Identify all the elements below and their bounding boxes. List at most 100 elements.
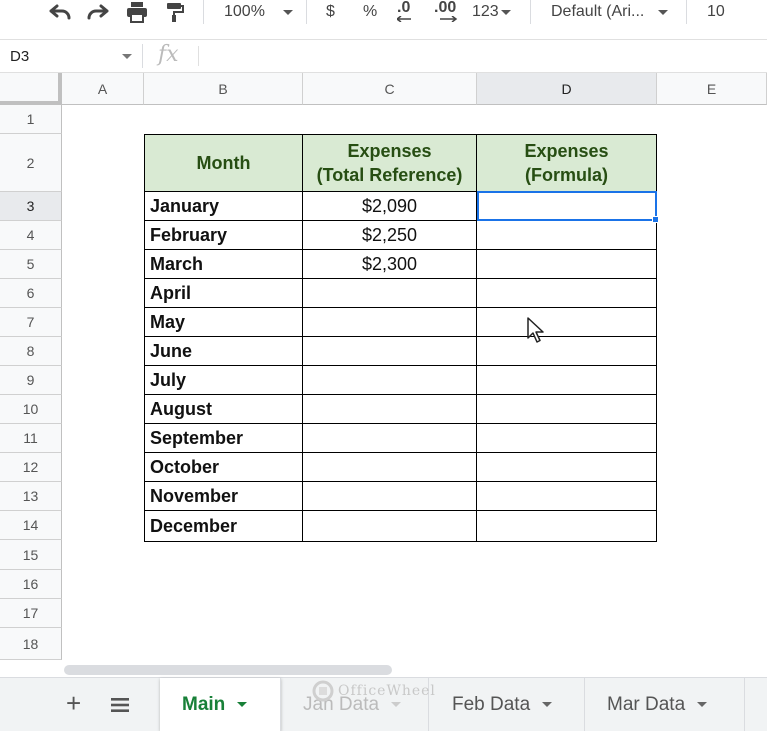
chevron-down-icon [500, 9, 511, 15]
cell-total[interactable] [303, 337, 477, 366]
more-formats-button[interactable]: 123 [472, 0, 511, 24]
row-header-9[interactable]: 9 [0, 366, 62, 395]
cell-total[interactable]: $2,250 [303, 221, 477, 250]
cell-month[interactable]: May [145, 308, 303, 337]
row-header-12[interactable]: 12 [0, 453, 62, 482]
cell-total[interactable] [303, 424, 477, 453]
cell-formula[interactable] [477, 395, 657, 424]
zoom-value: 100% [224, 3, 265, 20]
cell-formula[interactable] [477, 511, 657, 542]
sheet-tab-feb-data[interactable]: Feb Data [430, 678, 585, 731]
cell-month[interactable]: October [145, 453, 303, 482]
cell-month[interactable]: July [145, 366, 303, 395]
cell-formula[interactable] [477, 424, 657, 453]
cell-total[interactable] [303, 482, 477, 511]
column-header-c[interactable]: C [303, 73, 477, 105]
cell-formula[interactable] [477, 221, 657, 250]
cell-formula[interactable] [477, 308, 657, 337]
arrow-right-icon [440, 16, 458, 22]
row-header-7[interactable]: 7 [0, 308, 62, 337]
cell-month[interactable]: December [145, 511, 303, 542]
chevron-down-icon [391, 702, 402, 707]
cell-total[interactable]: $2,090 [303, 192, 477, 221]
font-select[interactable]: Default (Ari... [551, 0, 669, 24]
header-cell-total-reference[interactable]: Expenses (Total Reference) [303, 135, 477, 192]
cell-total[interactable] [303, 279, 477, 308]
row-header-13[interactable]: 13 [0, 482, 62, 511]
all-sheets-button[interactable] [110, 697, 130, 718]
row-header-17[interactable]: 17 [0, 599, 62, 628]
row-header-3[interactable]: 3 [0, 192, 62, 221]
column-header-e[interactable]: E [657, 73, 767, 105]
horizontal-scrollbar-thumb[interactable] [64, 665, 392, 675]
formula-bar-divider [198, 46, 199, 66]
row-header-11[interactable]: 11 [0, 424, 62, 453]
name-box[interactable]: D3 [0, 40, 142, 72]
cell-month[interactable]: February [145, 221, 303, 250]
watermark-text: OfficeWheel [338, 683, 436, 699]
cell-formula[interactable] [477, 366, 657, 395]
row-header-10[interactable]: 10 [0, 395, 62, 424]
font-value: Default (Ari... [551, 3, 645, 20]
increase-decimal-label: .00 [434, 0, 457, 16]
cell-total[interactable]: $2,300 [303, 250, 477, 279]
cell-formula[interactable] [477, 453, 657, 482]
header-cell-month[interactable]: Month [145, 135, 303, 192]
row-header-5[interactable]: 5 [0, 250, 62, 279]
zoom-select[interactable]: 100% [224, 0, 293, 24]
officewheel-logo-icon [312, 680, 334, 702]
sheet-tab-label: Mar Data [607, 693, 686, 715]
row-header-14[interactable]: 14 [0, 511, 62, 540]
cell-total[interactable] [303, 308, 477, 337]
fx-icon: fx [158, 42, 179, 67]
cell-total[interactable] [303, 511, 477, 542]
sheet-tab-main[interactable]: Main [160, 678, 281, 731]
select-all-corner[interactable] [0, 73, 62, 105]
percent-button[interactable]: % [363, 0, 377, 24]
row-header-15[interactable]: 15 [0, 540, 62, 570]
row-header-8[interactable]: 8 [0, 337, 62, 366]
redo-icon[interactable] [86, 0, 110, 24]
cell-month[interactable]: August [145, 395, 303, 424]
header-cell-formula[interactable]: Expenses (Formula) [477, 135, 657, 192]
row-header-4[interactable]: 4 [0, 221, 62, 250]
sheet-tab-mar-data[interactable]: Mar Data [585, 678, 745, 731]
cell-month[interactable]: April [145, 279, 303, 308]
header-formula-line1: Expenses [524, 141, 609, 161]
cell-month[interactable]: March [145, 250, 303, 279]
cell-month[interactable]: June [145, 337, 303, 366]
toolbar-divider [306, 0, 307, 24]
cell-total[interactable] [303, 453, 477, 482]
cell-formula[interactable] [477, 250, 657, 279]
cell-total[interactable] [303, 395, 477, 424]
currency-button[interactable]: $ [326, 0, 335, 24]
print-icon[interactable] [125, 0, 149, 24]
decrease-decimal-button[interactable]: .0 [397, 0, 413, 24]
row-header-18[interactable]: 18 [0, 628, 62, 660]
column-header-b[interactable]: B [144, 73, 303, 105]
formula-bar-divider [142, 44, 143, 68]
row-header-6[interactable]: 6 [0, 279, 62, 308]
undo-icon[interactable] [48, 0, 72, 24]
cell-formula[interactable] [477, 337, 657, 366]
font-size-select[interactable]: 10 [707, 0, 725, 24]
cell-month[interactable]: September [145, 424, 303, 453]
row-header-1[interactable]: 1 [0, 105, 62, 134]
increase-decimal-button[interactable]: .00 [434, 0, 458, 24]
fill-handle[interactable] [652, 216, 659, 223]
paint-format-icon[interactable] [165, 0, 185, 24]
font-size-value: 10 [707, 3, 725, 20]
cell-total[interactable] [303, 366, 477, 395]
header-total-line2: (Total Reference) [316, 165, 463, 185]
cell-month[interactable]: January [145, 192, 303, 221]
watermark: OfficeWheel [312, 680, 436, 702]
column-header-d[interactable]: D [477, 73, 657, 105]
toolbar-divider [203, 0, 204, 24]
row-header-2[interactable]: 2 [0, 134, 62, 192]
add-sheet-button[interactable]: + [66, 689, 81, 717]
cell-formula[interactable] [477, 279, 657, 308]
cell-month[interactable]: November [145, 482, 303, 511]
cell-formula[interactable] [477, 482, 657, 511]
column-header-a[interactable]: A [62, 73, 144, 105]
row-header-16[interactable]: 16 [0, 570, 62, 599]
